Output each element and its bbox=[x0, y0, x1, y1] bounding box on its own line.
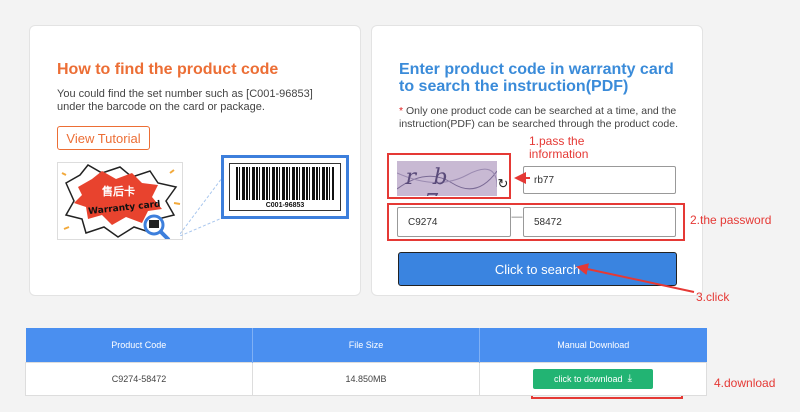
header-manual-download: Manual Download bbox=[479, 328, 707, 362]
search-note: * Only one product code can be searched … bbox=[399, 105, 689, 131]
barcode-number: C001-96853 bbox=[265, 202, 305, 209]
annotation-step4: 4.download bbox=[714, 376, 776, 390]
barcode: C001-96853 bbox=[229, 163, 341, 211]
cell-product-code: C9274-58472 bbox=[25, 361, 253, 396]
annotation-box-captcha bbox=[387, 153, 511, 199]
download-label: click to download bbox=[554, 373, 623, 384]
cell-download: click to download ⤓ bbox=[479, 361, 707, 396]
header-file-size: File Size bbox=[252, 328, 480, 362]
card-chinese-label: 售后卡 bbox=[101, 184, 135, 198]
download-button[interactable]: click to download ⤓ bbox=[533, 368, 653, 389]
barcode-bars bbox=[236, 167, 334, 200]
note-text: Only one product code can be searched at… bbox=[399, 105, 678, 130]
results-table: Product Code File Size Manual Download C… bbox=[25, 328, 707, 396]
help-description: You could find the set number such as [C… bbox=[57, 88, 313, 113]
annotation-step3: 3.click bbox=[696, 290, 730, 304]
table-header-row: Product Code File Size Manual Download bbox=[25, 328, 707, 362]
product-code-help-card: How to find the product code You could f… bbox=[29, 25, 361, 296]
barcode-zoom: C001-96853 bbox=[221, 155, 349, 219]
search-button[interactable]: Click to search bbox=[398, 252, 677, 286]
search-title: Enter product code in warranty card to s… bbox=[399, 61, 674, 95]
captcha-input[interactable]: rb77 bbox=[523, 166, 676, 194]
annotation-step1: 1.pass the information bbox=[529, 134, 589, 161]
warranty-card-image: 售后卡 Warranty card bbox=[57, 162, 183, 240]
zoom-connector-lines bbox=[180, 177, 223, 236]
warranty-card-illustration: 售后卡 Warranty card bbox=[61, 164, 181, 239]
table-row: C9274-58472 14.850MB click to download ⤓ bbox=[25, 361, 707, 396]
header-product-code: Product Code bbox=[25, 328, 253, 362]
help-title: How to find the product code bbox=[57, 61, 279, 78]
cell-file-size: 14.850MB bbox=[252, 361, 480, 396]
annotation-step2: 2.the password bbox=[690, 213, 772, 227]
view-tutorial-button[interactable]: View Tutorial bbox=[57, 126, 150, 150]
annotation-box-password bbox=[387, 203, 685, 241]
download-icon: ⤓ bbox=[627, 373, 632, 384]
